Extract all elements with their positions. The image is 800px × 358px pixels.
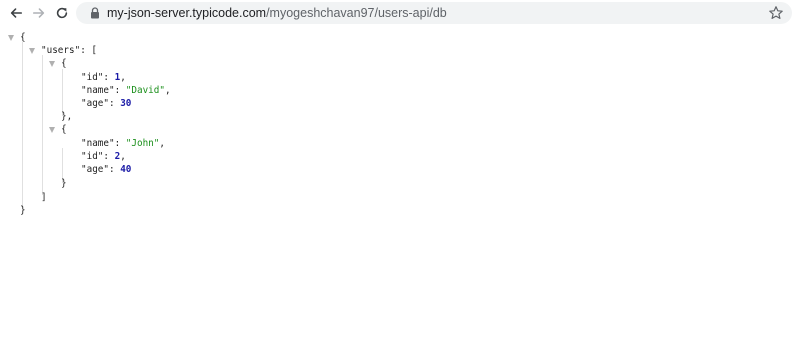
object-close-brace: }	[61, 178, 67, 189]
json-property-line: "name": "John",	[81, 137, 165, 150]
forward-button[interactable]	[30, 4, 48, 22]
json-colon: :	[109, 164, 121, 175]
collapse-toggle-object[interactable]	[49, 127, 55, 133]
json-colon: :	[109, 98, 121, 109]
back-button[interactable]	[7, 4, 25, 22]
root-close-brace: }	[20, 205, 26, 216]
json-comma: ,	[120, 151, 126, 162]
url-host: my-json-server.typicode.com	[107, 6, 267, 20]
collapse-toggle-users[interactable]	[29, 48, 35, 54]
indent-guide	[42, 55, 43, 195]
array-open-bracket: [	[91, 45, 97, 56]
arrow-right-icon	[32, 8, 45, 18]
indent-guide	[22, 42, 23, 208]
json-property-line: "age": 40	[81, 163, 131, 176]
json-colon: :	[114, 85, 126, 96]
json-property-line: "id": 1,	[81, 71, 126, 84]
json-key: "name"	[81, 138, 115, 149]
users-key-line: "users": [	[41, 44, 97, 57]
json-colon: :	[80, 45, 92, 56]
json-string-value: "David"	[125, 85, 165, 96]
json-string-value: "John"	[125, 138, 160, 149]
star-icon[interactable]	[768, 5, 784, 21]
reload-button[interactable]	[53, 4, 71, 22]
json-key: "id"	[81, 151, 104, 162]
object-close-brace: },	[61, 111, 73, 122]
json-key: "users"	[41, 45, 81, 56]
object-open-brace: {	[61, 124, 67, 135]
array-close-bracket: ]	[41, 192, 47, 203]
json-viewer: { "users": [ { "id": 1, "name": "David",…	[0, 26, 800, 358]
address-bar[interactable]: my-json-server.typicode.com/myogeshchava…	[76, 2, 792, 24]
json-key: "name"	[81, 85, 115, 96]
object-open-brace: {	[61, 58, 67, 69]
json-key: "id"	[81, 72, 104, 83]
json-comma: ,	[159, 138, 165, 149]
indent-guide	[62, 69, 63, 116]
url-text[interactable]: my-json-server.typicode.com/myogeshchava…	[107, 2, 447, 24]
json-key: "age"	[81, 98, 109, 109]
lock-icon	[91, 7, 99, 19]
json-property-line: "id": 2,	[81, 150, 126, 163]
json-colon: :	[103, 72, 115, 83]
json-comma: ,	[120, 72, 126, 83]
json-key: "age"	[81, 164, 109, 175]
json-property-line: "age": 30	[81, 97, 131, 110]
json-colon: :	[103, 151, 115, 162]
arrow-left-icon	[10, 8, 23, 18]
collapse-toggle-root[interactable]	[8, 35, 14, 41]
url-path: /myogeshchavan97/users-api/db	[266, 6, 447, 20]
json-colon: :	[114, 138, 126, 149]
json-property-line: "name": "David",	[81, 84, 171, 97]
root-open-brace: {	[20, 32, 26, 43]
json-number-value: 30	[120, 98, 132, 109]
json-number-value: 40	[120, 164, 132, 175]
json-comma: ,	[164, 85, 171, 96]
collapse-toggle-object[interactable]	[49, 61, 55, 67]
reload-icon	[56, 7, 68, 19]
browser-toolbar: my-json-server.typicode.com/myogeshchava…	[0, 0, 800, 26]
